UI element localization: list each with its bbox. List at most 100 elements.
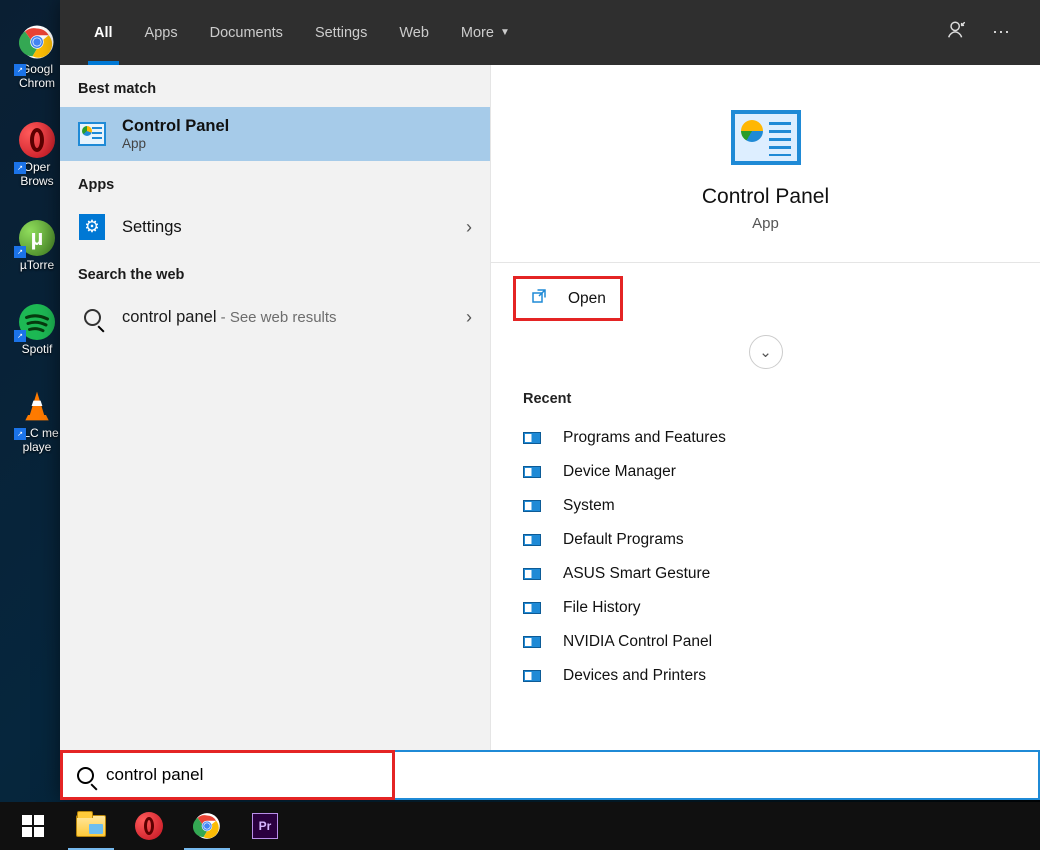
open-label: Open bbox=[568, 290, 606, 308]
recent-item[interactable]: Default Programs bbox=[523, 523, 1008, 557]
recent-label: ASUS Smart Gesture bbox=[563, 565, 710, 583]
recent-item[interactable]: Programs and Features bbox=[523, 421, 1008, 455]
recent-item[interactable]: NVIDIA Control Panel bbox=[523, 625, 1008, 659]
tab-label: Apps bbox=[145, 25, 178, 41]
recent-heading: Recent bbox=[523, 391, 1008, 407]
control-panel-large-icon bbox=[731, 110, 801, 165]
control-panel-mini-icon bbox=[523, 466, 541, 478]
shortcut-badge-icon: ↗ bbox=[14, 246, 26, 258]
result-control-panel[interactable]: Control Panel App bbox=[60, 107, 490, 161]
preview-title: Control Panel bbox=[491, 185, 1040, 209]
search-icon bbox=[77, 767, 94, 784]
icon-label: µTorre bbox=[20, 258, 54, 272]
tab-all[interactable]: All bbox=[78, 0, 129, 65]
tab-documents[interactable]: Documents bbox=[194, 0, 299, 65]
result-title: Settings bbox=[122, 218, 450, 237]
settings-icon: ⚙ bbox=[78, 213, 106, 241]
recent-label: System bbox=[563, 497, 615, 515]
preview-kind: App bbox=[491, 215, 1040, 232]
tab-settings[interactable]: Settings bbox=[299, 0, 383, 65]
recent-item[interactable]: File History bbox=[523, 591, 1008, 625]
taskbar-chrome[interactable] bbox=[178, 802, 236, 850]
result-subtitle: App bbox=[122, 136, 472, 151]
tab-web[interactable]: Web bbox=[383, 0, 445, 65]
file-explorer-icon bbox=[76, 815, 106, 837]
tab-label: More bbox=[461, 25, 494, 41]
premiere-icon: Pr bbox=[252, 813, 278, 839]
search-bar bbox=[60, 750, 1040, 800]
taskbar-file-explorer[interactable] bbox=[62, 802, 120, 850]
control-panel-mini-icon bbox=[523, 568, 541, 580]
recent-item[interactable]: ASUS Smart Gesture bbox=[523, 557, 1008, 591]
chrome-icon bbox=[19, 24, 55, 60]
tab-label: All bbox=[94, 25, 113, 41]
open-icon bbox=[530, 287, 548, 310]
section-apps: Apps bbox=[60, 161, 490, 203]
control-panel-mini-icon bbox=[523, 432, 541, 444]
section-web: Search the web bbox=[60, 251, 490, 293]
desktop-icon-spotify[interactable]: ↗ Spotif bbox=[14, 304, 60, 356]
opera-icon bbox=[19, 122, 55, 158]
search-box[interactable] bbox=[60, 750, 395, 800]
desktop-icons: Experie… ↗ Googl Chrom ↗ Oper Brows µ ↗ … bbox=[14, 0, 60, 454]
recent-label: Programs and Features bbox=[563, 429, 726, 447]
search-box-extension[interactable] bbox=[395, 750, 1040, 800]
control-panel-mini-icon bbox=[523, 602, 541, 614]
recent-item[interactable]: Device Manager bbox=[523, 455, 1008, 489]
windows-logo-icon bbox=[22, 815, 44, 837]
search-icon bbox=[78, 303, 106, 331]
result-title: Control Panel bbox=[122, 117, 472, 136]
tab-label: Documents bbox=[210, 25, 283, 41]
expand-actions-button[interactable]: ⌄ bbox=[749, 335, 783, 369]
control-panel-icon bbox=[78, 120, 106, 148]
icon-label: Spotif bbox=[22, 342, 53, 356]
control-panel-mini-icon bbox=[523, 636, 541, 648]
taskbar-opera[interactable] bbox=[120, 802, 178, 850]
control-panel-mini-icon bbox=[523, 534, 541, 546]
shortcut-badge-icon: ↗ bbox=[14, 428, 26, 440]
search-body: Best match Control Panel App Apps ⚙ Sett… bbox=[60, 65, 1040, 750]
result-web-search[interactable]: control panel - See web results › bbox=[60, 293, 490, 341]
result-preview-pane: Control Panel App Open ⌄ Recent Programs… bbox=[490, 65, 1040, 750]
result-settings-app[interactable]: ⚙ Settings › bbox=[60, 203, 490, 251]
chevron-right-icon: › bbox=[466, 217, 472, 238]
desktop-background: Experie… ↗ Googl Chrom ↗ Oper Brows µ ↗ … bbox=[0, 0, 1040, 850]
tab-more[interactable]: More ▼ bbox=[445, 0, 526, 65]
tab-label: Web bbox=[399, 25, 429, 41]
taskbar: Pr bbox=[0, 802, 1040, 850]
more-options-icon[interactable]: ⋯ bbox=[980, 22, 1022, 43]
recent-label: NVIDIA Control Panel bbox=[563, 633, 712, 651]
desktop-icon-chrome[interactable]: ↗ Googl Chrom bbox=[14, 24, 60, 90]
recent-label: Devices and Printers bbox=[563, 667, 706, 685]
search-results-column: Best match Control Panel App Apps ⚙ Sett… bbox=[60, 65, 490, 750]
recent-item[interactable]: System bbox=[523, 489, 1008, 523]
desktop-icon-vlc[interactable]: ↗ VLC me playe bbox=[14, 388, 60, 454]
section-best-match: Best match bbox=[60, 65, 490, 107]
web-query-text: control panel bbox=[122, 308, 216, 326]
recent-label: Default Programs bbox=[563, 531, 684, 549]
chrome-icon bbox=[193, 812, 221, 840]
feedback-icon[interactable] bbox=[934, 19, 980, 46]
shortcut-badge-icon: ↗ bbox=[14, 162, 26, 174]
control-panel-mini-icon bbox=[523, 670, 541, 682]
taskbar-premiere[interactable]: Pr bbox=[236, 802, 294, 850]
chevron-down-icon: ▼ bbox=[500, 27, 510, 38]
open-action[interactable]: Open bbox=[513, 276, 623, 321]
start-button[interactable] bbox=[4, 802, 62, 850]
chevron-right-icon: › bbox=[466, 307, 472, 328]
search-input[interactable] bbox=[106, 765, 378, 785]
recent-section: Recent Programs and Features Device Mana… bbox=[491, 369, 1040, 699]
tab-apps[interactable]: Apps bbox=[129, 0, 194, 65]
recent-label: Device Manager bbox=[563, 463, 676, 481]
preview-header: Control Panel App bbox=[491, 65, 1040, 263]
recent-item[interactable]: Devices and Printers bbox=[523, 659, 1008, 693]
chevron-down-icon: ⌄ bbox=[759, 343, 772, 361]
desktop-icon-utorrent[interactable]: µ ↗ µTorre bbox=[14, 220, 60, 272]
shortcut-badge-icon: ↗ bbox=[14, 330, 26, 342]
control-panel-mini-icon bbox=[523, 500, 541, 512]
search-tabs: All Apps Documents Settings Web More ▼ ⋯ bbox=[60, 0, 1040, 65]
recent-label: File History bbox=[563, 599, 641, 617]
web-suffix-text: - See web results bbox=[216, 309, 336, 326]
windows-search-panel: All Apps Documents Settings Web More▼ ⋯ … bbox=[60, 0, 1040, 800]
desktop-icon-opera[interactable]: ↗ Oper Brows bbox=[14, 122, 60, 188]
